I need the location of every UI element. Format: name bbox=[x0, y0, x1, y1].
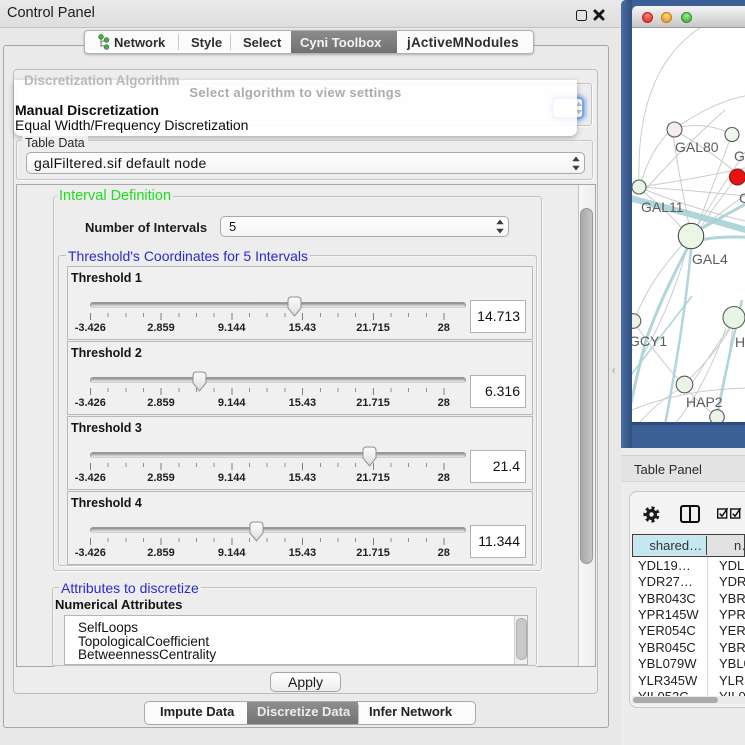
svg-text:GAL4: GAL4 bbox=[692, 251, 728, 267]
svg-text:GAL11: GAL11 bbox=[641, 199, 684, 215]
svg-text:GAL: GAL bbox=[734, 148, 745, 164]
svg-text:HAP2: HAP2 bbox=[686, 394, 723, 410]
svg-text:C: C bbox=[739, 190, 745, 206]
svg-text:HI: HI bbox=[735, 334, 745, 350]
svg-text:GCY1: GCY1 bbox=[632, 333, 667, 349]
svg-text:GAL80: GAL80 bbox=[675, 139, 719, 155]
